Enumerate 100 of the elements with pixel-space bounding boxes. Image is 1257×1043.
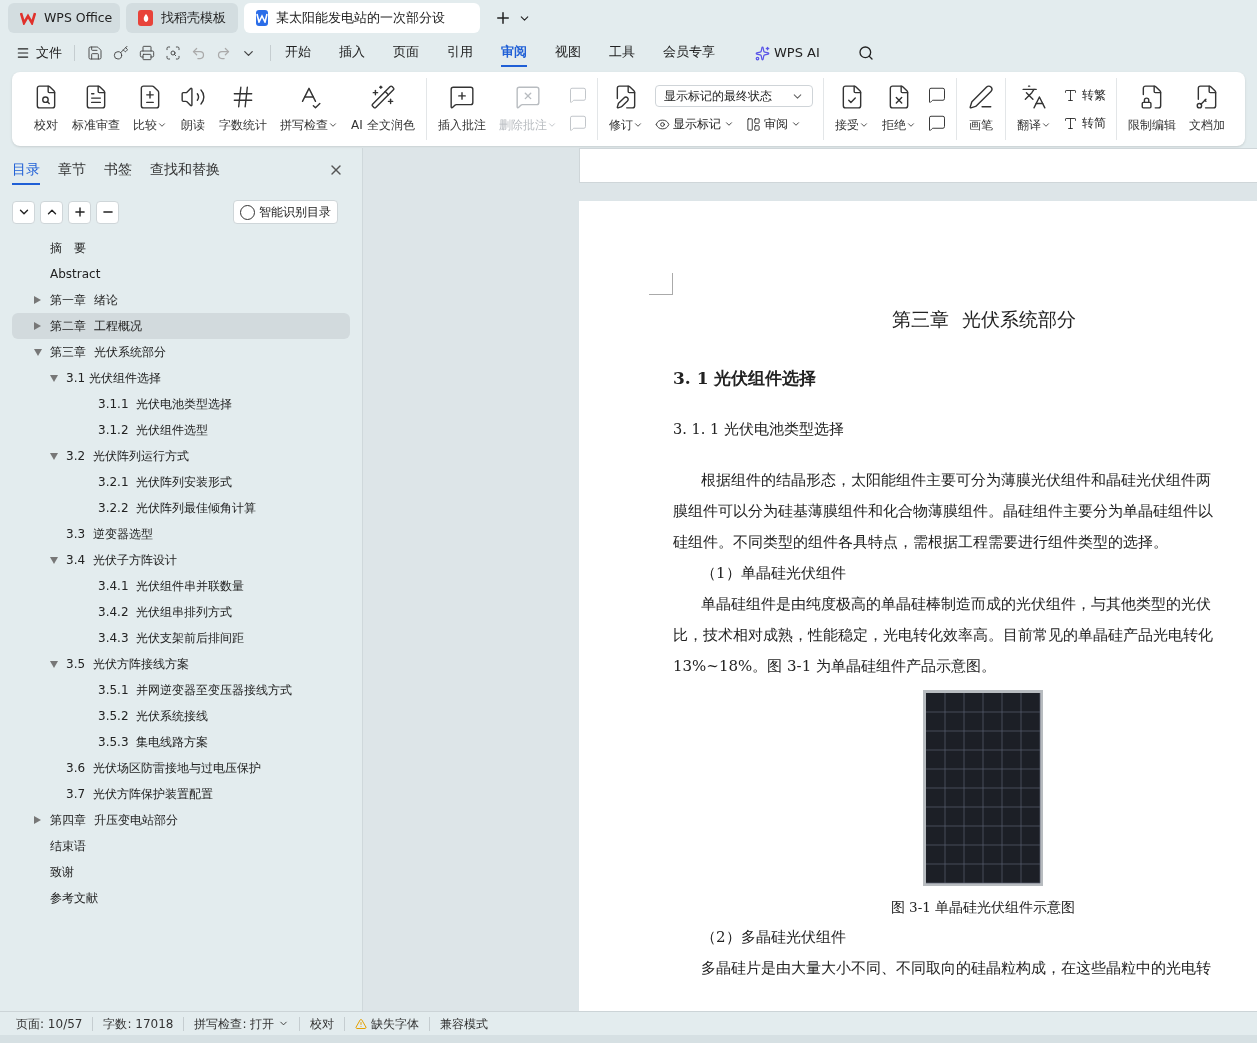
sidebar-tab[interactable]: 目录: [12, 155, 40, 185]
panel-icon: [745, 116, 761, 132]
character-icon: [1062, 115, 1078, 131]
status-item[interactable]: 页面: 10/57: [6, 1014, 93, 1033]
app-tab[interactable]: 某太阳能发电站的一次部分设: [244, 3, 480, 33]
menu-icon: [16, 46, 30, 60]
toc-item[interactable]: 参考文献: [12, 885, 350, 911]
smart-toc-button[interactable]: 智能识别目录: [233, 200, 338, 224]
toc-item[interactable]: 3.6 光伏场区防雷接地与过电压保护: [12, 755, 350, 781]
toc-item[interactable]: 3.3 逆变器选型: [12, 521, 350, 547]
toc-item[interactable]: 3.5.3 集电线路方案: [12, 729, 350, 755]
toc-item[interactable]: 3.2.2 光伏阵列最佳倾角计算: [12, 495, 350, 521]
toc-item[interactable]: 3.4 光伏子方阵设计: [12, 547, 350, 573]
ribbon-button[interactable]: 限制编辑: [1122, 77, 1181, 141]
toc-item[interactable]: 摘 要: [12, 235, 350, 261]
status-item[interactable]: 拼写检查: 打开: [184, 1014, 300, 1033]
file-menu[interactable]: 文件: [16, 43, 62, 63]
toc-item[interactable]: 第二章 工程概况: [12, 313, 350, 339]
paragraph-line: 多晶硅片是由大量大小不同、不同取向的硅晶粒构成，在这些晶粒中的光电转: [700, 957, 1212, 979]
ribbon-button[interactable]: 修订: [603, 77, 648, 141]
sidebar-tab[interactable]: 查找和替换: [150, 155, 220, 185]
new-tab-button[interactable]: [494, 9, 512, 27]
toc-item[interactable]: 3.5.2 光伏系统接线: [12, 703, 350, 729]
status-item[interactable]: 兼容模式: [430, 1014, 499, 1033]
key-icon[interactable]: [113, 45, 129, 61]
wps-logo-icon: [20, 11, 36, 25]
ribbon-button[interactable]: 校对: [28, 77, 64, 141]
add-button[interactable]: [68, 200, 91, 224]
app-tab[interactable]: 找稻壳模板: [126, 3, 238, 33]
toc-item[interactable]: 3.5.1 并网逆变器至变压器接线方式: [12, 677, 350, 703]
figure-caption: 图 3-1 单晶硅光伏组件示意图: [890, 897, 1076, 917]
subsection-title: 3. 1. 1 光伏电池类型选择: [673, 420, 845, 439]
toolbar-button[interactable]: 审阅: [745, 115, 801, 133]
ribbon-tab[interactable]: 视图: [555, 39, 581, 67]
ribbon-button[interactable]: 朗读: [175, 77, 211, 141]
expand-button[interactable]: [40, 200, 63, 224]
toc-item[interactable]: 第三章 光伏系统部分: [12, 339, 350, 365]
toc-item[interactable]: 结束语: [12, 833, 350, 859]
ribbon-button[interactable]: AI 全文润色: [346, 77, 420, 141]
ai-button[interactable]: WPS AI: [755, 43, 820, 63]
toc-item[interactable]: 3.4.1 光伏组件串并联数量: [12, 573, 350, 599]
template-logo-icon: [138, 10, 153, 26]
comment-right-icon: [927, 114, 946, 132]
comment-left-icon: [927, 86, 946, 104]
ribbon-tab[interactable]: 页面: [393, 39, 419, 67]
expanded-arrow-icon: [50, 452, 58, 460]
ribbon-button[interactable]: 拒绝: [876, 77, 921, 141]
toc-item[interactable]: 3.1.1 光伏电池类型选择: [12, 391, 350, 417]
ribbon-tab[interactable]: 工具: [609, 39, 635, 67]
paragraph-line: 膜组件可以分为硅基薄膜组件和化合物薄膜组件。晶硅组件主要分为单晶硅组件以: [673, 500, 1214, 522]
comment-left-icon: [568, 86, 587, 104]
toc-item[interactable]: 3.1 光伏组件选择: [12, 365, 350, 391]
toc-item[interactable]: 3.5 光伏方阵接线方案: [12, 651, 350, 677]
toc-item[interactable]: 3.2.1 光伏阵列安装形式: [12, 469, 350, 495]
ribbon-button[interactable]: 接受: [829, 77, 874, 141]
toc-item[interactable]: 第四章 升压变电站部分: [12, 807, 350, 833]
crop-mark-icon: [649, 273, 673, 295]
remove-button[interactable]: [96, 200, 119, 224]
status-item[interactable]: 字数: 17018: [93, 1014, 184, 1033]
paragraph-line: 13%~18%。图 3-1 为单晶硅组件产品示意图。: [673, 655, 997, 677]
toc-item[interactable]: 3.4.2 光伏组串排列方式: [12, 599, 350, 625]
ribbon-button[interactable]: 字数统计: [214, 77, 272, 141]
save-icon[interactable]: [87, 45, 103, 61]
expanded-arrow-icon: [50, 374, 58, 382]
toc-item[interactable]: 3.4.3 光伏支架前后排间距: [12, 625, 350, 651]
collapsed-arrow-icon: [34, 816, 41, 824]
toc-item[interactable]: 致谢: [12, 859, 350, 885]
sidebar-tab[interactable]: 书签: [104, 155, 132, 185]
search-icon[interactable]: [857, 45, 874, 61]
next-button[interactable]: [927, 114, 946, 132]
ribbon-tab[interactable]: 插入: [339, 39, 365, 67]
toc-item[interactable]: 3.7 光伏方阵保护装置配置: [12, 781, 350, 807]
print-icon[interactable]: [139, 45, 155, 61]
ribbon-button[interactable]: 拼写检查: [275, 77, 343, 141]
ribbon-tab[interactable]: 开始: [285, 39, 311, 67]
toolbar-button[interactable]: 转繁: [1062, 86, 1106, 104]
ribbon-button[interactable]: 画笔: [962, 77, 999, 141]
ribbon-button[interactable]: 标准审查: [67, 77, 125, 141]
ribbon-button[interactable]: 翻译: [1011, 77, 1056, 141]
collapse-button[interactable]: [12, 200, 35, 224]
toc-item[interactable]: Abstract: [12, 261, 350, 287]
toc-item[interactable]: 3.2 光伏阵列运行方式: [12, 443, 350, 469]
paragraph-line: 硅组件。不同类型的组件各具特点，需根据工程需要进行组件类型的选择。: [673, 531, 1169, 553]
status-item[interactable]: 校对: [300, 1014, 345, 1033]
ribbon-button[interactable]: 文档加: [1183, 77, 1230, 141]
ribbon-tab[interactable]: 引用: [447, 39, 473, 67]
toc-item[interactable]: 3.1.2 光伏组件选型: [12, 417, 350, 443]
markup-dropdown[interactable]: 显示标记的最终状态: [654, 85, 813, 107]
ribbon-button[interactable]: 比较: [128, 77, 172, 141]
sidebar-tab[interactable]: 章节: [58, 155, 86, 185]
status-item[interactable]: 缺失字体: [345, 1014, 430, 1033]
ribbon-button[interactable]: 插入批注: [432, 77, 491, 141]
app-tab[interactable]: WPS Office: [8, 3, 120, 33]
print-preview-icon[interactable]: [165, 45, 181, 61]
toc-item[interactable]: 第一章 绪论: [12, 287, 350, 313]
toolbar-button[interactable]: 显示标记: [654, 115, 734, 133]
ribbon-tab[interactable]: 审阅: [501, 39, 527, 67]
previous-button[interactable]: [927, 86, 946, 104]
ribbon-tab[interactable]: 会员专享: [663, 39, 715, 67]
toolbar-button[interactable]: 转简: [1062, 114, 1106, 132]
